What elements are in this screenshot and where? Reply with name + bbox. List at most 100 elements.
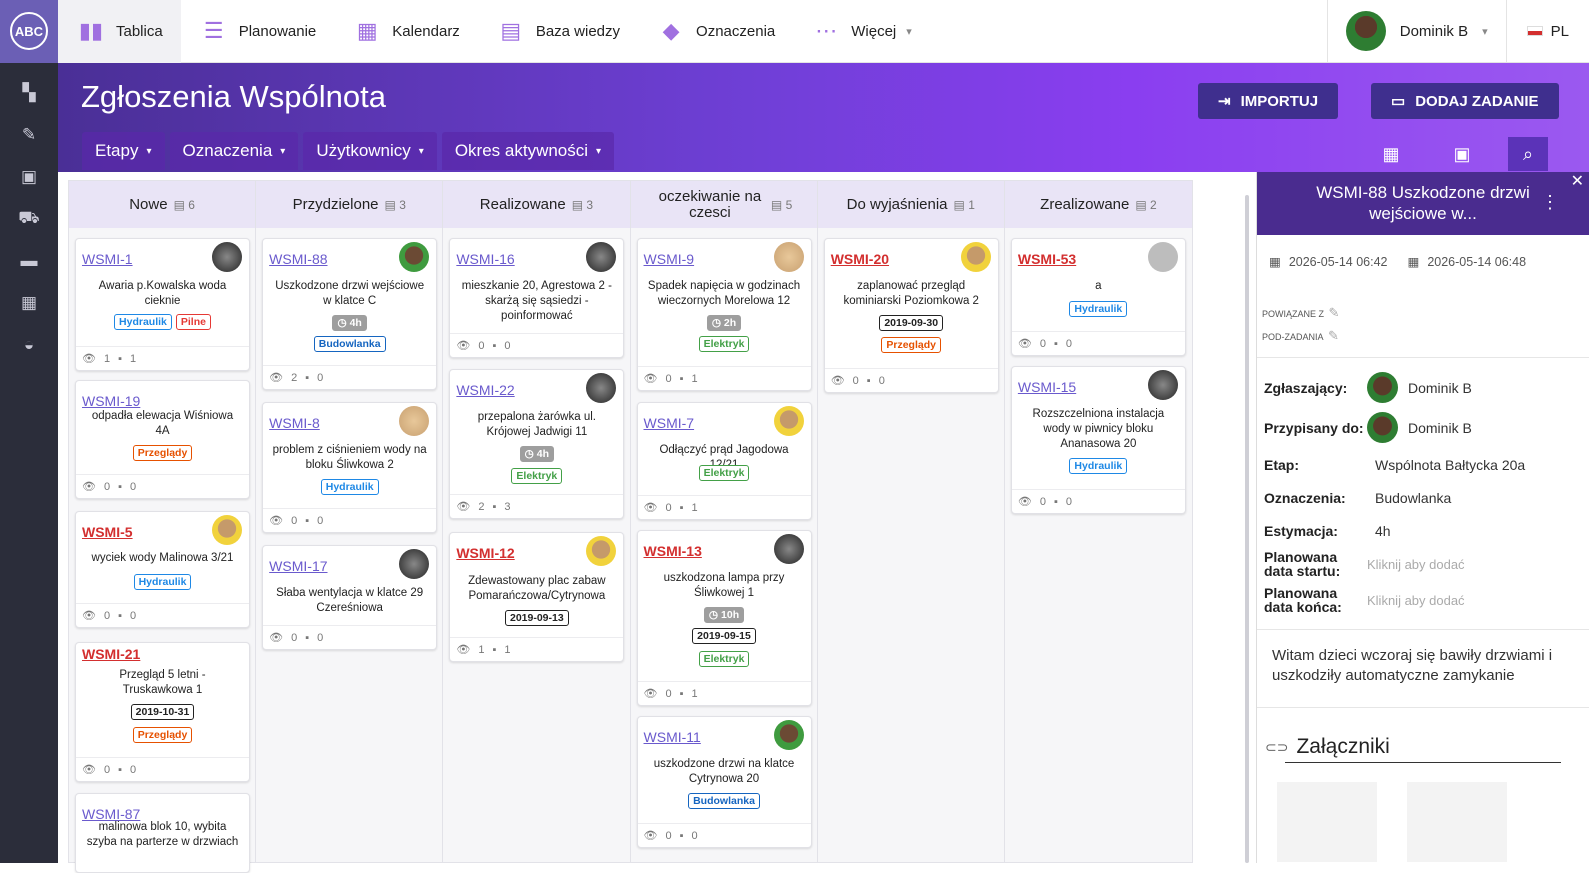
task-id-link[interactable]: WSMI-1 (82, 251, 133, 267)
estimate-value[interactable]: 4h (1375, 523, 1391, 539)
task-id-link[interactable]: WSMI-20 (831, 251, 889, 267)
nav-planowanie[interactable]: ☰ Planowanie (181, 0, 335, 63)
task-card[interactable]: WSMI-1 Awaria p.Kowalska woda cieknie Hy… (75, 238, 250, 371)
task-card[interactable]: WSMI-5 wyciek wody Malinowa 3/21 Hydraul… (75, 511, 250, 628)
board-scrollbar[interactable] (1245, 195, 1249, 863)
filter-okres[interactable]: Okres aktywności ▾ (441, 132, 615, 170)
assignee-value[interactable]: Dominik B (1367, 412, 1472, 443)
task-card[interactable]: WSMI-87 malinowa blok 10, wybita szyba n… (75, 793, 250, 873)
task-id-link[interactable]: WSMI-5 (82, 524, 133, 540)
task-id-link[interactable]: WSMI-9 (644, 251, 695, 267)
filter-uzytkownicy[interactable]: Użytkownicy ▾ (303, 132, 437, 170)
task-card[interactable]: WSMI-7 Odłączyć prąd Jagodowa 12/21 Elek… (636, 402, 812, 520)
edit-icon[interactable]: ✎ (0, 114, 58, 156)
planned-end-field[interactable]: Kliknij aby dodać (1367, 593, 1465, 608)
task-title: uszkodzona lampa przy Śliwkowej 1 (663, 572, 785, 599)
pencil-icon[interactable]: ✎ (1328, 305, 1339, 320)
task-id-link[interactable]: WSMI-53 (1018, 251, 1076, 267)
task-card[interactable]: WSMI-53 a Hydraulik 👁 0 ▪ 0 (1010, 238, 1186, 356)
stage-value[interactable]: Wspólnota Bałtycka 20a (1375, 457, 1525, 473)
attachment-thumbnail[interactable] (1407, 782, 1507, 862)
app-logo[interactable]: ABC (0, 0, 58, 63)
views-icon: 👁 (456, 340, 471, 352)
comment-icon: ▪ (1053, 495, 1058, 508)
task-card[interactable]: WSMI-9 Spadek napięcia w godzinach wiecz… (636, 238, 812, 391)
attachments-heading: ⊂⊃ Załączniki (1265, 735, 1390, 758)
nav-wiecej[interactable]: ⋯ Więcej ▾ (793, 0, 930, 63)
task-title: przepalona żarówka ul. Krójowej Jadwigi … (477, 411, 596, 438)
date-badge: 2019-09-30 (879, 315, 944, 331)
chevron-down-icon: ▾ (418, 145, 424, 157)
tags-value[interactable]: Budowlanka (1375, 490, 1451, 506)
tag-badge: Budowlanka (313, 336, 386, 352)
pencil-icon[interactable]: ✎ (1328, 328, 1339, 343)
task-card[interactable]: WSMI-88 Uszkodzone drzwi wejściowe w kla… (262, 238, 438, 390)
nav-tablica[interactable]: ▮▮ Tablica (58, 0, 181, 63)
task-card[interactable]: WSMI-16 mieszkanie 20, Agrestowa 2 - ska… (449, 238, 625, 358)
list-icon[interactable]: ▬ (0, 240, 58, 282)
task-id-link[interactable]: WSMI-11 (644, 729, 701, 745)
nav-oznaczenia[interactable]: ◆ Oznaczenia (638, 0, 793, 63)
reporter-value[interactable]: Dominik B (1367, 372, 1472, 403)
calendar-view-icon[interactable]: ▣ (1442, 137, 1482, 171)
task-id-link[interactable]: WSMI-8 (269, 415, 320, 431)
kebab-menu-icon[interactable]: ⋮ (1541, 192, 1559, 213)
projects-icon[interactable]: ▣ (0, 156, 58, 198)
task-id-link[interactable]: WSMI-12 (456, 545, 514, 561)
panel-header: WSMI-88 Uszkodzone drzwi wejściowe w... … (1257, 172, 1589, 235)
close-icon[interactable]: ✕ (1571, 171, 1584, 192)
task-card[interactable]: WSMI-12 Zdewastowany plac zabaw Pomarańc… (449, 532, 625, 662)
task-id-link[interactable]: WSMI-22 (456, 382, 514, 398)
briefcase-icon[interactable]: ▦ (0, 282, 58, 324)
views-icon: 👁 (643, 830, 658, 842)
import-button[interactable]: ⇥ IMPORTUJ (1198, 83, 1339, 119)
task-id-link[interactable]: WSMI-15 (1018, 379, 1076, 395)
reports-icon[interactable]: ◒ (0, 324, 58, 366)
nav-kalendarz[interactable]: ▦ Kalendarz (334, 0, 478, 63)
task-card[interactable]: WSMI-20 zaplanować przegląd kominiarski … (823, 238, 999, 393)
card-footer: 👁 0 ▪ 1 (637, 681, 811, 705)
user-menu[interactable]: Dominik B ▾ (1326, 0, 1507, 63)
avatar (586, 242, 617, 272)
attachment-thumbnail[interactable] (1277, 782, 1377, 862)
planned-start-field[interactable]: Kliknij aby dodać (1367, 557, 1465, 572)
end-date: ▦ 2026-05-14 06:48 (1407, 254, 1527, 270)
task-id-link[interactable]: WSMI-19 (82, 393, 140, 409)
filter-oznaczenia[interactable]: Oznaczenia ▾ (169, 132, 299, 170)
task-id-link[interactable]: WSMI-21 (82, 646, 140, 662)
card-footer: 👁 0 ▪ 0 (450, 333, 624, 357)
language-switch[interactable]: PL (1507, 23, 1589, 40)
task-description[interactable]: Witam dzieci wczoraj się bawiły drzwiami… (1272, 646, 1577, 686)
grid-view-icon[interactable]: ▦ (1371, 137, 1411, 171)
card-footer: 👁 0 ▪ 0 (263, 625, 437, 649)
task-id-link[interactable]: WSMI-88 (269, 251, 327, 267)
avatar (1367, 412, 1398, 443)
task-id-link[interactable]: WSMI-13 (644, 543, 702, 559)
search-icon[interactable]: ⌕ (1508, 137, 1548, 171)
flag-pl-icon (1526, 26, 1543, 36)
task-card[interactable]: WSMI-21 Przegląd 5 letni - Truskawkowa 1… (75, 642, 250, 782)
card-footer: 👁 1 ▪ 1 (450, 637, 624, 661)
avatar (960, 242, 991, 272)
add-task-button[interactable]: ▭ DODAJ ZADANIE (1371, 83, 1559, 119)
column-nowe: Nowe ▤ 6 WSMI-1 Awaria p.Kowalska woda ci… (69, 181, 257, 873)
task-card[interactable]: WSMI-13 uszkodzona lampa przy Śliwkowej … (636, 530, 812, 706)
task-id-link[interactable]: WSMI-16 (456, 251, 514, 267)
task-card[interactable]: WSMI-15 Rozszczelniona instalacja wody w… (1010, 366, 1186, 514)
dashboard-icon[interactable]: ▚ (0, 72, 58, 114)
task-card[interactable]: WSMI-22 przepalona żarówka ul. Krójowej … (449, 369, 625, 519)
nav-baza-wiedzy[interactable]: ▤ Baza wiedzy (478, 0, 638, 63)
tag-badge: Elektryk (698, 465, 750, 481)
filter-etapy[interactable]: Etapy ▾ (82, 132, 165, 170)
task-card[interactable]: WSMI-19 odpadła elewacja Wiśniowa 4A Prz… (75, 380, 250, 499)
task-id-link[interactable]: WSMI-17 (269, 558, 327, 574)
clients-icon[interactable]: ⛟ (0, 198, 58, 240)
avatar (399, 242, 430, 272)
views-icon: 👁 (82, 481, 96, 493)
task-card[interactable]: WSMI-11 uszkodzone drzwi na klatce Cytry… (636, 716, 812, 848)
task-id-link[interactable]: WSMI-7 (644, 415, 695, 431)
task-card[interactable]: WSMI-8 problem z ciśnieniem wody na blok… (262, 402, 438, 533)
comment-icon: ▪ (679, 829, 684, 842)
task-card[interactable]: WSMI-17 Słaba wentylacja w klatce 29 Cze… (262, 545, 438, 650)
tag-badge: Przeglądy (132, 727, 193, 743)
